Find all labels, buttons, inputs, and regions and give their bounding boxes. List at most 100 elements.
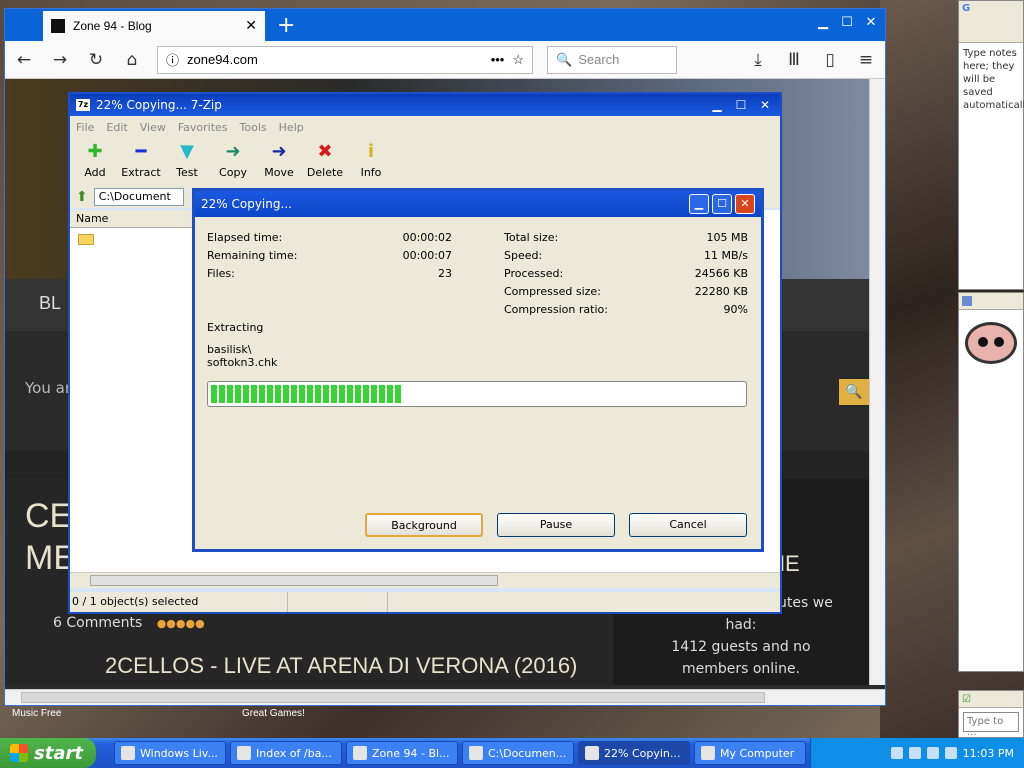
close-icon[interactable]: ✕ xyxy=(861,13,881,33)
comments-link[interactable]: 6 Comments ●●●●● xyxy=(53,615,205,631)
download-icon[interactable]: ⤓ xyxy=(747,50,769,70)
side-members: members online. xyxy=(681,661,801,677)
forward-icon[interactable]: → xyxy=(49,50,71,70)
menu-tools[interactable]: Tools xyxy=(240,121,267,134)
menu-icon[interactable]: ≡ xyxy=(855,50,877,70)
menu-edit[interactable]: Edit xyxy=(106,121,127,134)
close-icon[interactable]: ✕ xyxy=(735,194,755,214)
tray-icon[interactable] xyxy=(908,747,921,759)
info-button[interactable]: i Info xyxy=(354,142,388,180)
app-icon xyxy=(237,746,251,760)
taskbar-item-label: 22% Copyin... xyxy=(604,746,681,760)
list-hscrollbar[interactable] xyxy=(70,572,780,588)
taskbar-item[interactable]: My Computer xyxy=(694,741,806,765)
current-file: basilisk\ softokn3.chk xyxy=(207,343,277,369)
stat-value: 11 MB/s xyxy=(704,249,748,262)
stat-value: 22280 KB xyxy=(694,285,748,298)
cancel-button[interactable]: Cancel xyxy=(629,513,747,537)
comments-count[interactable]: 6 Comments xyxy=(53,615,142,631)
menu-help[interactable]: Help xyxy=(279,121,304,134)
tab-zone94[interactable]: Zone 94 - Blog ✕ xyxy=(43,11,265,41)
action-label: Extracting xyxy=(207,321,264,334)
delete-button[interactable]: ✖ Delete xyxy=(307,142,343,180)
close-icon[interactable]: ✕ xyxy=(756,96,774,114)
stat-row: Total size: 105 MB xyxy=(504,229,748,247)
google-logo: G xyxy=(962,3,971,14)
taskbar-item[interactable]: 22% Copyin... xyxy=(578,741,690,765)
stat-row: Elapsed time: 00:00:02 xyxy=(207,229,452,247)
start-button[interactable]: start xyxy=(0,738,96,768)
gadget-icon xyxy=(962,296,972,306)
progress-fill xyxy=(211,385,403,403)
copy-progress-dialog: 22% Copying... ▁ ☐ ✕ Elapsed time: 00:00:… xyxy=(192,188,764,552)
clock[interactable]: 11:03 PM xyxy=(963,747,1014,760)
minimize-icon[interactable]: ▁ xyxy=(689,194,709,214)
extract-button[interactable]: ━ Extract xyxy=(121,141,160,180)
post-title[interactable]: 2CELLOS - LIVE AT ARENA DI VERONA (2016) xyxy=(105,653,577,679)
path-input[interactable]: C:\Document xyxy=(93,188,184,206)
vertical-scrollbar[interactable] xyxy=(869,79,885,685)
minimize-icon[interactable]: ▁ xyxy=(708,96,726,114)
folder-icon[interactable] xyxy=(78,234,94,245)
desktop-label-music[interactable]: Music Free xyxy=(12,708,61,719)
back-icon[interactable]: ← xyxy=(13,50,35,70)
copy-button[interactable]: ➜ Copy xyxy=(216,142,250,180)
todo-input[interactable]: Type to ... xyxy=(963,712,1019,738)
up-folder-icon[interactable]: ⬆ xyxy=(76,189,88,205)
library-icon[interactable]: Ⅲ xyxy=(783,50,805,70)
status-selected: 0 / 1 object(s) selected xyxy=(70,592,288,612)
maximize-icon[interactable]: ☐ xyxy=(837,13,857,33)
info-icon[interactable]: ⓘ xyxy=(166,50,179,69)
taskbar-item[interactable]: Zone 94 - Bl... xyxy=(346,741,458,765)
taskbar-item-label: C:\Documen... xyxy=(488,746,567,760)
stat-label: Files: xyxy=(207,267,235,280)
menu-view[interactable]: View xyxy=(140,121,166,134)
taskbar-item[interactable]: Windows Liv... xyxy=(114,741,226,765)
status-bar: 0 / 1 object(s) selected xyxy=(70,592,780,612)
tray-icon[interactable] xyxy=(926,747,939,759)
list-scroll-thumb[interactable] xyxy=(90,575,498,586)
stat-label: Remaining time: xyxy=(207,249,298,262)
scroll-thumb[interactable] xyxy=(21,692,765,703)
taskbar-item[interactable]: C:\Documen... xyxy=(462,741,574,765)
blog-search-icon[interactable]: 🔍 xyxy=(839,379,869,405)
search-input[interactable]: 🔍 Search xyxy=(547,45,677,74)
volume-icon[interactable] xyxy=(944,747,957,759)
pause-button[interactable]: Pause xyxy=(497,513,615,537)
maximize-icon[interactable]: ☐ xyxy=(712,194,732,214)
bookmark-star-icon[interactable]: ☆ xyxy=(512,52,524,68)
toolbar: ✚ Add ━ Extract ▼ Test ➜ Copy ➜ Move ✖ Delete i Info xyxy=(70,138,780,186)
new-tab-icon[interactable]: + xyxy=(277,13,295,38)
desktop-label-games[interactable]: Great Games! xyxy=(242,708,305,719)
home-icon[interactable]: ⌂ xyxy=(121,50,143,70)
search-icon: 🔍 xyxy=(556,51,573,67)
menu-favorites[interactable]: Favorites xyxy=(178,121,228,134)
extract-icon: ━ xyxy=(135,141,147,162)
maximize-icon[interactable]: ☐ xyxy=(732,96,750,114)
menu-file[interactable]: File xyxy=(76,121,94,134)
column-name[interactable]: Name xyxy=(70,210,196,228)
start-label: start xyxy=(34,742,83,764)
stat-row: Compressed size: 22280 KB xyxy=(504,283,748,301)
stats-left: Elapsed time: 00:00:02 Remaining time: 00:0… xyxy=(207,229,452,283)
page-actions-icon[interactable]: ••• xyxy=(491,52,505,67)
url-bar[interactable]: ⓘ zone94.com ••• ☆ xyxy=(157,45,533,74)
tray-icon[interactable] xyxy=(890,747,903,759)
minimize-icon[interactable]: ▁ xyxy=(813,13,833,33)
background-button[interactable]: Background xyxy=(365,513,483,537)
add-icon: ✚ xyxy=(87,141,103,162)
move-button[interactable]: ➜ Move xyxy=(262,142,296,180)
taskbar-item[interactable]: Index of /ba... xyxy=(230,741,342,765)
stat-label: Speed: xyxy=(504,249,543,262)
notes-text[interactable]: Type notes here; they will be saved auto… xyxy=(959,43,1024,116)
dialog-window-controls: ▁ ☐ ✕ xyxy=(689,194,755,214)
reload-icon[interactable]: ↻ xyxy=(85,50,107,70)
taskbar: start Windows Liv... Index of /ba... Zone … xyxy=(0,738,1024,768)
tab-close-icon[interactable]: ✕ xyxy=(245,18,257,34)
sidebar-icon[interactable]: ▯ xyxy=(819,50,841,70)
test-button[interactable]: ▼ Test xyxy=(170,142,204,180)
add-button[interactable]: ✚ Add xyxy=(78,141,112,180)
url-text[interactable]: zone94.com xyxy=(187,52,483,67)
stat-row: Compression ratio: 90% xyxy=(504,301,748,319)
horizontal-scrollbar[interactable] xyxy=(5,689,885,705)
